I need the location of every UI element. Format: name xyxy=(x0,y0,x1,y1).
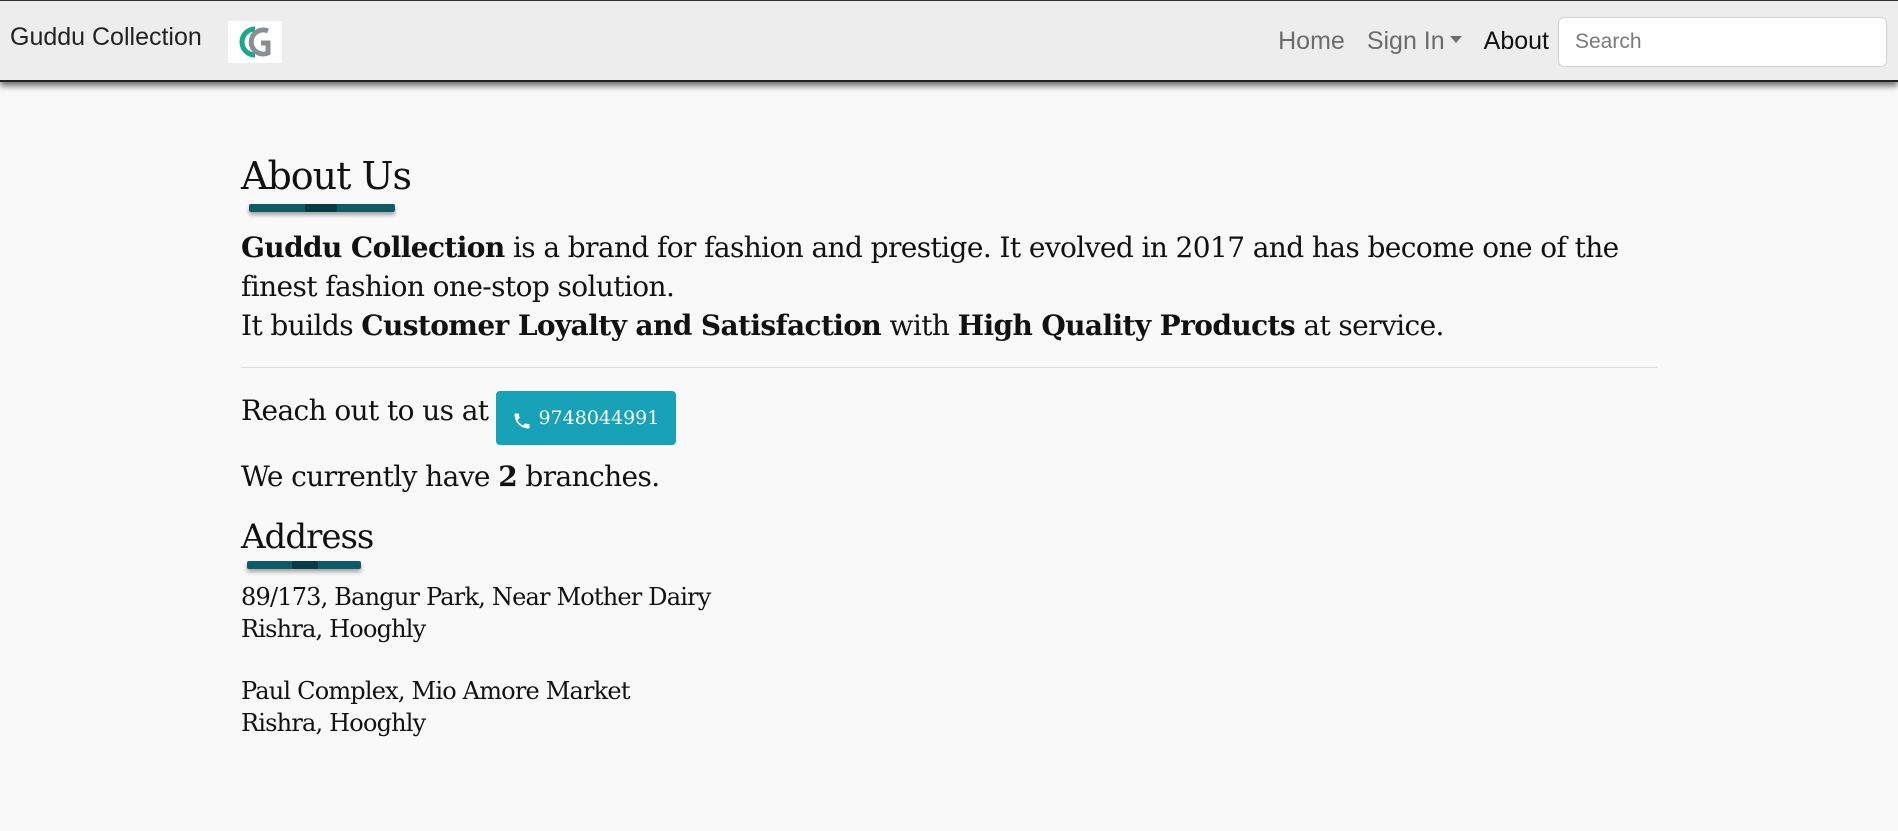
intro-text4: at service. xyxy=(1295,309,1444,342)
address-line: 89/173, Bangur Park, Near Mother Dairy xyxy=(241,583,711,611)
navbar: Guddu Collection Home Sign In About xyxy=(0,0,1898,82)
reach-row: Reach out to us at 9748044991 xyxy=(241,391,1657,447)
address-line: Paul Complex, Mio Amore Market xyxy=(241,677,630,705)
branches-post: branches. xyxy=(517,460,660,493)
intro-bold1: Customer Loyalty and Satisfaction xyxy=(361,309,882,342)
nav-about-link[interactable]: About xyxy=(1473,27,1560,56)
intro-text2: It builds xyxy=(241,309,362,342)
about-intro: Guddu Collection is a brand for fashion … xyxy=(241,228,1657,345)
phone-icon xyxy=(514,413,530,428)
about-title: About Us xyxy=(241,154,412,198)
intro-text3: with xyxy=(881,309,958,342)
address-title: Address xyxy=(241,517,374,557)
branches-pre: We currently have xyxy=(241,460,499,493)
address-underline xyxy=(247,561,361,569)
address-block: Paul Complex, Mio Amore Market Rishra, H… xyxy=(241,675,1657,739)
nav-sign-in-dropdown[interactable]: Sign In xyxy=(1356,27,1473,56)
nav-sign-in-label: Sign In xyxy=(1366,27,1445,55)
branches-count: 2 xyxy=(498,460,518,493)
address-block: 89/173, Bangur Park, Near Mother Dairy R… xyxy=(241,581,1657,645)
brand-name[interactable]: Guddu Collection xyxy=(10,23,202,52)
main-content: About Us Guddu Collection is a brand for… xyxy=(241,150,1657,739)
intro-bold2: High Quality Products xyxy=(957,309,1296,342)
nav-links: Home Sign In About xyxy=(1267,27,1560,56)
search-input[interactable] xyxy=(1558,17,1887,67)
nav-home-link[interactable]: Home xyxy=(1267,27,1356,56)
phone-number: 9748044991 xyxy=(538,407,660,429)
address-line: Rishra, Hooghly xyxy=(241,709,426,737)
chevron-down-icon xyxy=(1449,35,1462,43)
reach-text: Reach out to us at xyxy=(241,394,489,427)
intro-brand: Guddu Collection xyxy=(241,231,505,264)
title-underline xyxy=(249,204,395,212)
gc-logo-icon[interactable] xyxy=(228,21,282,63)
branches-text: We currently have 2 branches. xyxy=(241,457,1657,497)
divider xyxy=(241,367,1657,368)
phone-button[interactable]: 9748044991 xyxy=(496,391,677,445)
address-line: Rishra, Hooghly xyxy=(241,615,426,643)
